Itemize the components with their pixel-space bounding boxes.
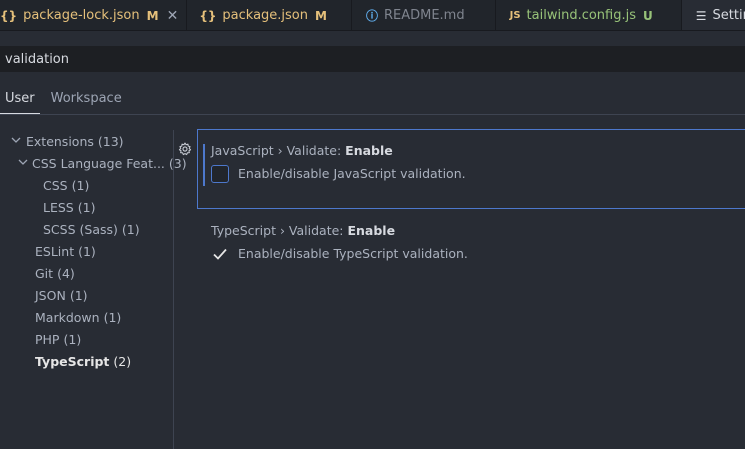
setting-description: Enable/disable TypeScript validation. [238,246,468,261]
toc-divider [173,130,174,449]
toc-item-scss[interactable]: SCSS (Sass) (1) [0,218,173,240]
tab-label: package.json [222,8,308,23]
toc-count: (1) [103,309,122,325]
toc-count: (1) [77,199,96,215]
toc-count: (1) [121,221,140,237]
setting-title: TypeScript › Validate: Enable [211,223,395,238]
javascript-file-icon: JS [509,10,521,21]
tab-label: package-lock.json [23,8,140,23]
settings-icon: ☰ [695,8,707,23]
tab-tailwind-config-js[interactable]: JS tailwind.config.js U [496,0,682,30]
tab-package-lock-json[interactable]: {} package-lock.json M ✕ [0,0,188,30]
toc-label: PHP [35,331,60,347]
tab-label: Settings [712,8,745,23]
toc-count: (4) [57,265,75,281]
editor-tab-bar: {} package-lock.json M ✕ {} package.json… [0,0,745,31]
toc-item-typescript[interactable]: TypeScript (2) [0,350,173,372]
tab-workspace[interactable]: Workspace [46,86,127,114]
close-icon[interactable]: ✕ [167,8,179,24]
toc-label: Extensions [26,133,94,149]
toc-label: Git [35,265,54,281]
toc-count: (1) [69,287,88,303]
search-value: validation [5,51,70,67]
toc-item-extensions[interactable]: Extensions (13) [0,130,173,152]
toc-label: JSON [35,287,66,303]
json-file-icon: {} [0,8,18,23]
tab-user[interactable]: User [0,86,40,114]
setting-key: Enable [347,223,396,238]
settings-scope-tabs: User Workspace [0,86,127,114]
setting-key: Enable [345,143,393,158]
toc-label: CSS [43,177,68,193]
toc-label: CSS Language Feat... [32,155,165,171]
tab-settings[interactable]: ☰ Settings ✕ [681,0,745,30]
toc-item-markdown[interactable]: Markdown (1) [0,306,173,328]
setting-title: JavaScript › Validate: Enable [211,143,393,158]
setting-description: Enable/disable JavaScript validation. [238,166,466,181]
toc-item-css-language-features[interactable]: CSS Language Feat... (3) [0,152,187,174]
tab-label: tailwind.config.js [526,8,636,23]
toc-label: ESLint [35,243,75,259]
toc-count: (2) [113,353,132,369]
toc-count: (1) [71,177,90,193]
json-file-icon: {} [199,8,217,23]
toc-item-json[interactable]: JSON (1) [0,284,173,306]
toc-count: (1) [78,243,96,259]
toc-count: (3) [168,155,187,171]
tab-label: README.md [383,8,465,23]
javascript-validate-checkbox[interactable] [211,165,229,183]
chevron-down-icon [18,157,28,170]
chevron-down-icon [10,135,22,148]
settings-toc-tree: Extensions (13) CSS Language Feat... (3)… [0,130,187,372]
settings-search-input[interactable]: validation [0,46,745,72]
gear-icon[interactable] [178,141,192,156]
focus-indicator [203,144,205,186]
toc-label: SCSS (Sass) [43,221,118,237]
untracked-badge: U [643,8,653,23]
setting-category: TypeScript › Validate: [211,223,348,238]
typescript-validate-checkbox[interactable] [211,245,229,263]
toc-count: (13) [97,133,124,149]
toc-item-php[interactable]: PHP (1) [0,328,173,350]
toc-label: LESS [43,199,74,215]
toc-label: TypeScript [35,353,110,369]
setting-category: JavaScript › Validate: [211,143,346,158]
tab-readme-md[interactable]: ⓘ README.md [352,0,496,30]
toc-label: Markdown [35,309,100,325]
toc-item-css[interactable]: CSS (1) [0,174,173,196]
modified-badge: M [146,8,159,23]
toc-item-git[interactable]: Git (4) [0,262,173,284]
toc-item-less[interactable]: LESS (1) [0,196,173,218]
tab-package-json[interactable]: {} package.json M [187,0,352,30]
checkmark-icon [213,248,227,260]
modified-badge: M [315,8,327,23]
toc-item-eslint[interactable]: ESLint (1) [0,240,173,262]
info-icon: ⓘ [365,9,378,23]
divider [0,114,745,115]
toc-count: (1) [63,331,82,347]
